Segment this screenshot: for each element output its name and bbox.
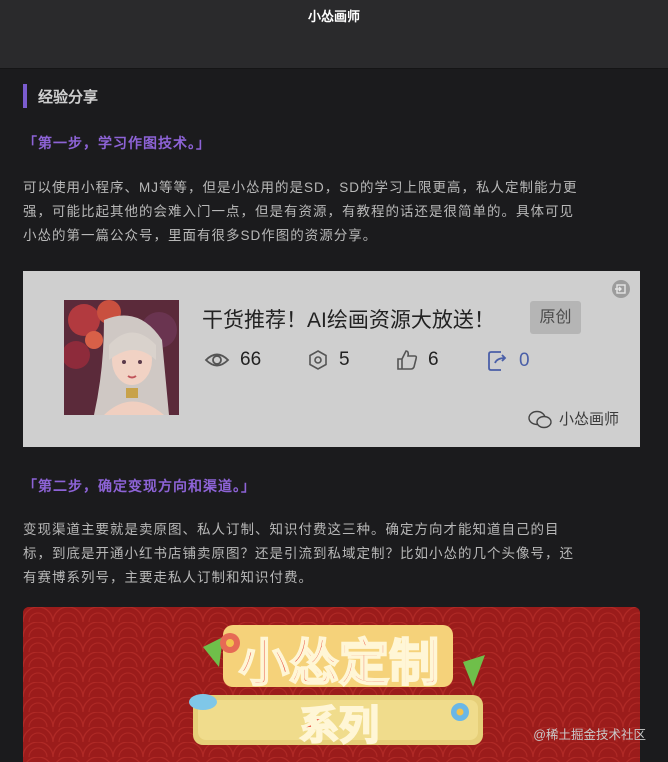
step-two-heading: 「第二步，确定变现方向和渠道。」 — [23, 478, 256, 494]
banner-subtitle: 系列 — [298, 702, 380, 750]
section-header: 经验分享 — [23, 84, 98, 108]
paragraph-line: 强，可能比起其他的会难入门一点，但是有资源，有教程的话还是很简单的。具体可见 — [23, 204, 574, 219]
paragraph-line: 可以使用小程序、MJ等等，但是小怂用的是SD，SD的学习上限更高，私人定制能力更 — [23, 180, 578, 195]
section-accent-bar — [23, 84, 27, 108]
paragraph-line: 变现渠道主要就是卖原图、私人订制、知识付费这三种。确定方向才能知道自己的目 — [23, 522, 560, 537]
step-one-heading: 「第一步，学习作图技术。」 — [23, 135, 211, 151]
top-bar: 小怂画师 — [0, 0, 668, 69]
site-watermark: @稀土掘金技术社区 — [533, 728, 646, 742]
share-network-icon — [309, 350, 327, 370]
article-title[interactable]: 干货推荐！AI绘画资源大放送！ — [202, 304, 495, 334]
step-one-paragraph: 可以使用小程序、MJ等等，但是小怂用的是SD，SD的学习上限更高，私人定制能力更… — [23, 176, 641, 248]
brand-name: 小怂画师 — [559, 411, 620, 428]
wechat-icon — [528, 410, 552, 428]
forwards-count: 0 — [519, 350, 530, 371]
shares-count: 5 — [339, 349, 350, 370]
page-title: 小怂画师 — [307, 9, 360, 24]
views-count: 66 — [240, 349, 262, 370]
step-two-paragraph: 变现渠道主要就是卖原图、私人订制、知识付费这三种。确定方向才能知道自己的目 标，… — [23, 518, 641, 590]
original-badge: 原创 — [530, 301, 581, 334]
likes-stat: 6 — [396, 349, 439, 371]
banner-title: 小怂定制 — [238, 633, 440, 693]
paragraph-line: 标，到底是开通小红书店铺卖原图？还是引流到私域定制？比如小怂的几个头像号，还 — [23, 546, 574, 561]
shares-stat: 5 — [307, 349, 350, 371]
article-card[interactable]: 干货推荐！AI绘画资源大放送！ 原创 66 5 6 0 小怂画师 — [23, 271, 640, 447]
article-thumbnail[interactable] — [64, 300, 179, 415]
exit-icon[interactable] — [612, 280, 630, 298]
forward-icon — [488, 351, 507, 371]
paragraph-line: 小怂的第一篇公众号，里面有很多SD作图的资源分享。 — [23, 228, 378, 243]
account-brand: 小怂画师 — [527, 408, 619, 429]
likes-count: 6 — [428, 349, 439, 370]
paragraph-line: 有赛博系列号，主要走私人订制和知识付费。 — [23, 570, 313, 585]
section-title: 经验分享 — [38, 88, 99, 106]
thumbs-up-icon — [397, 350, 418, 370]
views-stat: 66 — [204, 349, 261, 371]
forwards-stat: 0 — [487, 349, 530, 373]
eye-icon — [204, 353, 230, 367]
